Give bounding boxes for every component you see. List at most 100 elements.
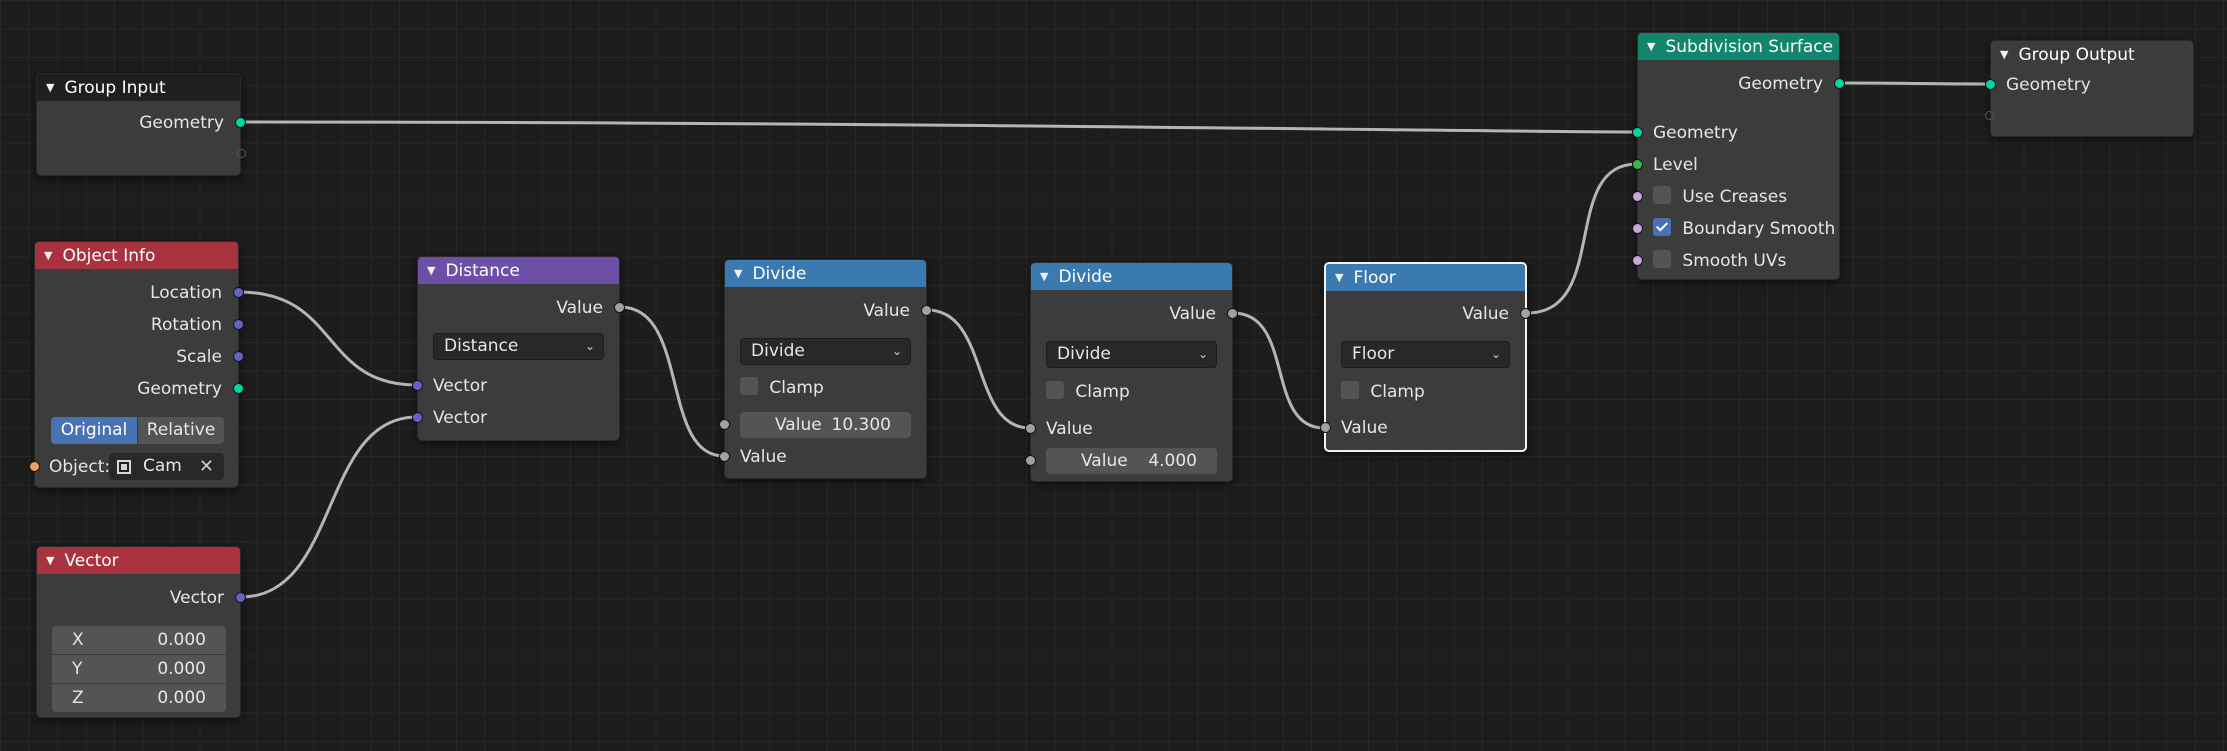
vector-socket[interactable] (235, 592, 246, 603)
chevron-down-icon: ⌄ (891, 344, 902, 358)
vector-socket[interactable] (233, 287, 244, 298)
collapse-triangle-icon[interactable]: ▼ (734, 267, 742, 280)
operation-dropdown[interactable]: Divide ⌄ (740, 338, 911, 365)
empty-socket[interactable] (1985, 111, 1994, 120)
link-distance-value-to-divide1-value[interactable] (618, 305, 726, 458)
geometry-socket[interactable] (1985, 79, 1996, 90)
value-socket[interactable] (614, 302, 625, 313)
value-field[interactable]: Value 4.000 (1046, 448, 1217, 474)
clamp-row: Clamp (725, 372, 926, 404)
operation-dropdown[interactable]: Distance ⌄ (433, 333, 604, 360)
value-socket[interactable] (719, 419, 730, 430)
collapse-triangle-icon[interactable]: ▼ (1040, 270, 1048, 283)
operation-dropdown[interactable]: Divide ⌄ (1046, 341, 1217, 368)
empty-socket[interactable] (237, 149, 246, 158)
geometry-socket[interactable] (1834, 78, 1845, 89)
geometry-socket[interactable] (235, 117, 246, 128)
floor-node[interactable]: ▼ Floor Value Floor ⌄ Clamp Value (1320, 262, 1531, 452)
clamp-checkbox[interactable] (740, 377, 758, 395)
integer-socket[interactable] (1632, 159, 1643, 170)
input-value-b: Value 4.000 (1025, 445, 1232, 477)
node-title: Vector (64, 550, 119, 571)
value-socket[interactable] (1025, 423, 1036, 434)
node-title: Object Info (62, 245, 156, 266)
object-info-node[interactable]: ▼ Object Info Location Rotation Scale Ge… (29, 241, 244, 488)
vector-socket[interactable] (233, 319, 244, 330)
option-label: Boundary Smooth (1682, 219, 1836, 239)
group-input-node[interactable]: ▼ Group Input Geometry (36, 73, 246, 176)
vector-node[interactable]: ▼ Vector Vector X 0.000 Y 0.000 Z 0.000 (36, 546, 246, 718)
clamp-checkbox[interactable] (1046, 381, 1064, 399)
link-groupinput-geometry-to-subdiv-geometry[interactable] (239, 120, 1639, 134)
node-header[interactable]: ▼ Divide (1031, 263, 1232, 290)
field-label: Value (1081, 451, 1128, 471)
vector-socket[interactable] (412, 412, 423, 423)
link-subdiv-geometry-to-groupoutput-geometry[interactable] (1838, 81, 1992, 86)
collapse-triangle-icon[interactable]: ▼ (427, 264, 435, 277)
collapse-triangle-icon[interactable]: ▼ (2000, 48, 2008, 61)
link-objectinfo-location-to-distance-vector[interactable] (237, 290, 419, 387)
boundary-smooth-checkbox[interactable] (1653, 218, 1671, 236)
output-location: Location (35, 277, 244, 309)
geometry-socket[interactable] (1632, 127, 1643, 138)
group-output-node[interactable]: ▼ Group Output Geometry (1985, 40, 2194, 137)
object-picker[interactable]: Cam ✕ (109, 453, 224, 480)
node-header[interactable]: ▼ Group Output (1991, 41, 2193, 68)
collapse-triangle-icon[interactable]: ▼ (1335, 271, 1343, 284)
original-option[interactable]: Original (51, 417, 137, 444)
link-divide2-value-to-floor-value[interactable] (1231, 311, 1326, 430)
socket-label: Value (556, 298, 603, 318)
collapse-triangle-icon[interactable]: ▼ (46, 554, 54, 567)
value-field[interactable]: Value 10.300 (740, 412, 911, 438)
collapse-triangle-icon[interactable]: ▼ (44, 249, 52, 262)
divide-node-1[interactable]: ▼ Divide Value Divide ⌄ Clamp Value 10.3… (719, 259, 932, 479)
input-use-creases: Use Creases (1632, 181, 1839, 213)
divide-node-2[interactable]: ▼ Divide Value Divide ⌄ Clamp Value Valu… (1025, 262, 1238, 482)
node-header[interactable]: ▼ Group Input (37, 74, 240, 101)
clear-icon[interactable]: ✕ (199, 453, 214, 480)
link-floor-value-to-subdiv-level[interactable] (1525, 162, 1639, 315)
relative-option[interactable]: Relative (137, 417, 224, 444)
operation-dropdown[interactable]: Floor ⌄ (1341, 341, 1510, 368)
vector-socket[interactable] (233, 351, 244, 362)
value-socket[interactable] (1520, 308, 1531, 319)
node-header[interactable]: ▼ Vector (37, 547, 240, 574)
geometry-socket[interactable] (233, 383, 244, 394)
value-socket[interactable] (1227, 308, 1238, 319)
value-socket[interactable] (921, 305, 932, 316)
boolean-socket[interactable] (1632, 191, 1643, 202)
boolean-socket[interactable] (1632, 223, 1643, 234)
object-name: Cam (143, 456, 182, 476)
vector-socket[interactable] (412, 380, 423, 391)
subdivision-surface-node[interactable]: ▼ Subdivision Surface Geometry Geometry … (1632, 32, 1845, 280)
node-header[interactable]: ▼ Subdivision Surface (1638, 33, 1839, 60)
socket-label: Value (1341, 418, 1388, 438)
socket-label: Value (1169, 304, 1216, 324)
node-header[interactable]: ▼ Object Info (35, 242, 238, 269)
option-label: Smooth UVs (1682, 251, 1787, 271)
output-vector: Vector (37, 582, 246, 614)
value-socket[interactable] (719, 451, 730, 462)
x-field[interactable]: X 0.000 (52, 626, 226, 654)
collapse-triangle-icon[interactable]: ▼ (1647, 40, 1655, 53)
output-geometry: Geometry (35, 373, 244, 405)
node-header[interactable]: ▼ Floor (1326, 264, 1525, 291)
socket-label: Value (1046, 419, 1093, 439)
value-socket[interactable] (1320, 422, 1331, 433)
clamp-checkbox[interactable] (1341, 381, 1359, 399)
input-value-b: Value (719, 441, 926, 473)
value-socket[interactable] (1025, 455, 1036, 466)
node-header[interactable]: ▼ Divide (725, 260, 926, 287)
output-geometry: Geometry (37, 107, 246, 139)
link-divide1-value-to-divide2-value[interactable] (925, 308, 1032, 430)
smooth-uvs-checkbox[interactable] (1653, 250, 1671, 268)
object-socket[interactable] (29, 461, 40, 472)
link-vector-to-distance-vector[interactable] (239, 415, 419, 599)
use-creases-checkbox[interactable] (1653, 186, 1671, 204)
y-field[interactable]: Y 0.000 (52, 655, 226, 683)
distance-node[interactable]: ▼ Distance Value Distance ⌄ Vector Vecto… (412, 256, 625, 441)
boolean-socket[interactable] (1632, 255, 1643, 266)
node-header[interactable]: ▼ Distance (418, 257, 619, 284)
collapse-triangle-icon[interactable]: ▼ (46, 81, 54, 94)
z-field[interactable]: Z 0.000 (52, 684, 226, 712)
